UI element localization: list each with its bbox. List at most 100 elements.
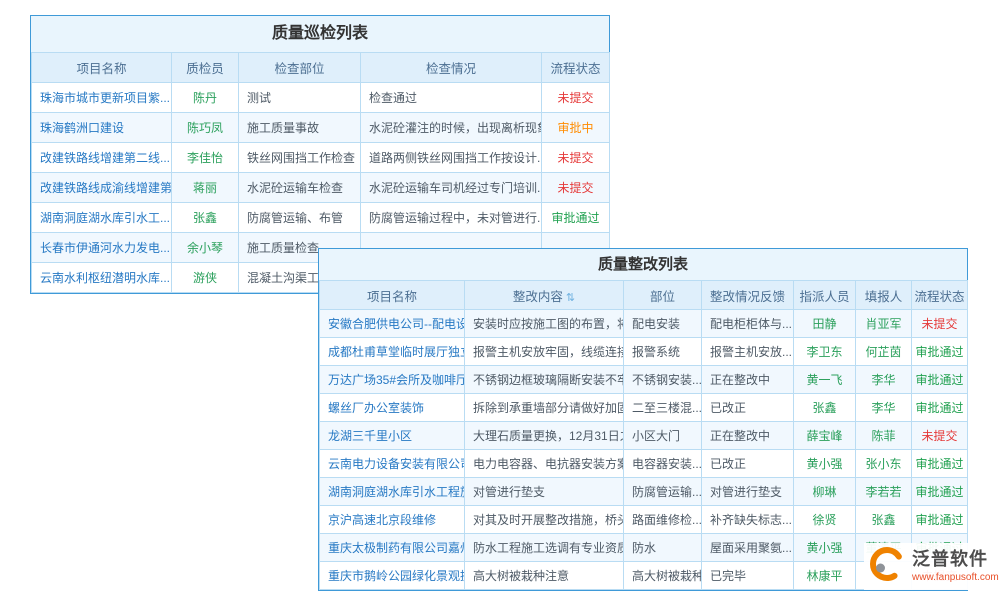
inspection-list-title: 质量巡检列表 <box>31 16 609 52</box>
check-part-cell: 施工质量事故 <box>239 113 361 143</box>
inspection-table-row: 珠海市城市更新项目紫... 陈丹 测试 检查通过 未提交 <box>32 83 610 113</box>
reporter-cell: 何芷茵 <box>856 338 912 366</box>
fanpu-logo-icon <box>868 545 906 588</box>
feedback-cell: 正在整改中 <box>702 422 794 450</box>
project-name-link[interactable]: 云南电力设备安装有限公司20... <box>320 450 465 478</box>
sort-icon[interactable]: ⇅ <box>566 292 575 304</box>
project-name-link[interactable]: 改建铁路线成渝线增建第... <box>32 173 172 203</box>
project-name-link[interactable]: 改建铁路线增建第二线... <box>32 143 172 173</box>
assignee-cell: 黄小强 <box>794 450 856 478</box>
project-name-link[interactable]: 龙湖三千里小区 <box>320 422 465 450</box>
inspection-header-row: 项目名称 质检员 检查部位 检查情况 流程状态 <box>32 53 610 83</box>
part-cell: 配电安装 <box>624 310 702 338</box>
flow-status-badge: 审批通过 <box>912 450 968 478</box>
rect-content-cell: 安装时应按施工图的布置，将... <box>465 310 624 338</box>
feedback-cell: 屋面采用聚氨... <box>702 534 794 562</box>
reporter-cell: 肖亚军 <box>856 310 912 338</box>
reporter-cell: 陈菲 <box>856 422 912 450</box>
flow-status-badge: 审批通过 <box>912 394 968 422</box>
rect-content-cell: 不锈钢边框玻璃隔断安装不牢... <box>465 366 624 394</box>
check-detail-cell: 水泥砼运输车司机经过专门培训... <box>361 173 542 203</box>
project-name-link[interactable]: 万达广场35#会所及咖啡厅空... <box>320 366 465 394</box>
check-part-cell: 防腐管运输、布管 <box>239 203 361 233</box>
project-name-link[interactable]: 重庆太极制药有限公司嘉州中... <box>320 534 465 562</box>
part-cell: 防水 <box>624 534 702 562</box>
check-part-cell: 水泥砼运输车检查 <box>239 173 361 203</box>
col-header-rect-content[interactable]: 整改内容⇅ <box>465 281 624 310</box>
feedback-cell: 对管进行垫支 <box>702 478 794 506</box>
flow-status-badge: 审批通过 <box>912 506 968 534</box>
col-header-project-name[interactable]: 项目名称 <box>320 281 465 310</box>
project-name-link[interactable]: 京沪高速北京段维修 <box>320 506 465 534</box>
check-detail-cell: 水泥砼灌注的时候，出现离析现象 <box>361 113 542 143</box>
project-name-link[interactable]: 珠海市城市更新项目紫... <box>32 83 172 113</box>
rect-content-cell: 对管进行垫支 <box>465 478 624 506</box>
feedback-cell: 已完毕 <box>702 562 794 590</box>
inspector-cell: 陈巧凤 <box>172 113 239 143</box>
flow-status-badge: 审批通过 <box>912 478 968 506</box>
part-cell: 高大树被栽种 <box>624 562 702 590</box>
rect-content-label: 整改内容 <box>513 290 563 304</box>
inspector-cell: 余小琴 <box>172 233 239 263</box>
rect-content-cell: 报警主机安放牢固，线缆连接... <box>465 338 624 366</box>
check-detail-cell: 道路两侧铁丝网围挡工作按设计... <box>361 143 542 173</box>
vendor-url-link[interactable]: www.fanpusoft.com <box>912 572 999 583</box>
rectification-table-row: 龙湖三千里小区 大理石质量更换，12月31日之... 小区大门 正在整改中 薛宝… <box>320 422 968 450</box>
col-header-feedback[interactable]: 整改情况反馈 <box>702 281 794 310</box>
col-header-flow-status[interactable]: 流程状态 <box>542 53 610 83</box>
col-header-assignee[interactable]: 指派人员 <box>794 281 856 310</box>
rectification-list-title: 质量整改列表 <box>319 249 967 280</box>
flow-status-badge: 审批通过 <box>912 366 968 394</box>
assignee-cell: 柳琳 <box>794 478 856 506</box>
project-name-link[interactable]: 湖南洞庭湖水库引水工... <box>32 203 172 233</box>
assignee-cell: 徐贤 <box>794 506 856 534</box>
inspection-table-row: 湖南洞庭湖水库引水工... 张鑫 防腐管运输、布管 防腐管运输过程中，未对管进行… <box>32 203 610 233</box>
col-header-project-name[interactable]: 项目名称 <box>32 53 172 83</box>
reporter-cell: 张小东 <box>856 450 912 478</box>
part-cell: 二至三楼混... <box>624 394 702 422</box>
flow-status-badge: 审批中 <box>542 113 610 143</box>
col-header-check-detail[interactable]: 检查情况 <box>361 53 542 83</box>
flow-status-badge: 未提交 <box>542 173 610 203</box>
project-name-link[interactable]: 珠海鹤洲口建设 <box>32 113 172 143</box>
col-header-flow-status[interactable]: 流程状态 <box>912 281 968 310</box>
feedback-cell: 报警主机安放... <box>702 338 794 366</box>
vendor-name: 泛普软件 <box>912 550 999 570</box>
feedback-cell: 补齐缺失标志... <box>702 506 794 534</box>
rect-content-cell: 对其及时开展整改措施，桥头... <box>465 506 624 534</box>
check-part-cell: 测试 <box>239 83 361 113</box>
assignee-cell: 薛宝峰 <box>794 422 856 450</box>
flow-status-badge: 未提交 <box>912 422 968 450</box>
reporter-cell: 张鑫 <box>856 506 912 534</box>
project-name-link[interactable]: 安徽合肥供电公司--配电设备... <box>320 310 465 338</box>
part-cell: 报警系统 <box>624 338 702 366</box>
rectification-table-row: 云南电力设备安装有限公司20... 电力电容器、电抗器安装方案... 电容器安装… <box>320 450 968 478</box>
assignee-cell: 李卫东 <box>794 338 856 366</box>
part-cell: 防腐管运输... <box>624 478 702 506</box>
feedback-cell: 配电柜柜体与... <box>702 310 794 338</box>
project-name-link[interactable]: 螺丝厂办公室装饰 <box>320 394 465 422</box>
col-header-inspector[interactable]: 质检员 <box>172 53 239 83</box>
project-name-link[interactable]: 长春市伊通河水力发电... <box>32 233 172 263</box>
rectification-table-row: 湖南洞庭湖水库引水工程施工... 对管进行垫支 防腐管运输... 对管进行垫支 … <box>320 478 968 506</box>
inspection-table-row: 珠海鹤洲口建设 陈巧凤 施工质量事故 水泥砼灌注的时候，出现离析现象 审批中 <box>32 113 610 143</box>
rect-content-cell: 大理石质量更换，12月31日之... <box>465 422 624 450</box>
flow-status-badge: 未提交 <box>542 143 610 173</box>
project-name-link[interactable]: 成都杜甫草堂临时展厅独立展... <box>320 338 465 366</box>
flow-status-badge: 审批通过 <box>912 338 968 366</box>
inspector-cell: 蒋丽 <box>172 173 239 203</box>
rectification-table-row: 螺丝厂办公室装饰 拆除到承重墙部分请做好加固... 二至三楼混... 已改正 张… <box>320 394 968 422</box>
inspection-table-row: 改建铁路线成渝线增建第... 蒋丽 水泥砼运输车检查 水泥砼运输车司机经过专门培… <box>32 173 610 203</box>
col-header-part[interactable]: 部位 <box>624 281 702 310</box>
project-name-link[interactable]: 重庆市鹅岭公园绿化景观提升... <box>320 562 465 590</box>
col-header-check-part[interactable]: 检查部位 <box>239 53 361 83</box>
flow-status-badge: 未提交 <box>912 310 968 338</box>
col-header-reporter[interactable]: 填报人 <box>856 281 912 310</box>
rectification-table-row: 万达广场35#会所及咖啡厅空... 不锈钢边框玻璃隔断安装不牢... 不锈钢安装… <box>320 366 968 394</box>
rectification-table-row: 安徽合肥供电公司--配电设备... 安装时应按施工图的布置，将... 配电安装 … <box>320 310 968 338</box>
rect-content-cell: 防水工程施工选调有专业资质... <box>465 534 624 562</box>
project-name-link[interactable]: 云南水利枢纽潜明水库... <box>32 263 172 293</box>
project-name-link[interactable]: 湖南洞庭湖水库引水工程施工... <box>320 478 465 506</box>
fanpu-watermark: 泛普软件 www.fanpusoft.com <box>864 543 1000 590</box>
inspector-cell: 张鑫 <box>172 203 239 233</box>
